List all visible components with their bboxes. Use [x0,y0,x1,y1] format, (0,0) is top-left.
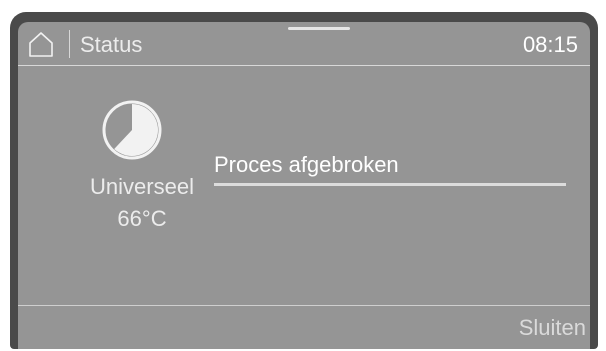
close-button[interactable]: Sluiten [509,306,590,349]
display-screen: Status 08:15 Universeel 66°C Proces afge… [18,22,590,349]
header-divider [69,30,70,58]
program-temperature: 66°C [117,206,167,231]
process-status-text: Proces afgebroken [214,152,399,177]
program-name: Universeel [90,174,194,199]
clock-time: 08:15 [522,32,578,57]
footer-divider [18,305,590,306]
pie-progress-icon [102,100,162,160]
process-progress-fill [214,183,566,186]
header-bar: Status 08:15 [18,22,590,66]
process-progress-bar [214,183,566,186]
device-bezel: Status 08:15 Universeel 66°C Proces afge… [10,12,598,349]
home-icon[interactable] [28,31,54,57]
page-title: Status [80,32,143,57]
